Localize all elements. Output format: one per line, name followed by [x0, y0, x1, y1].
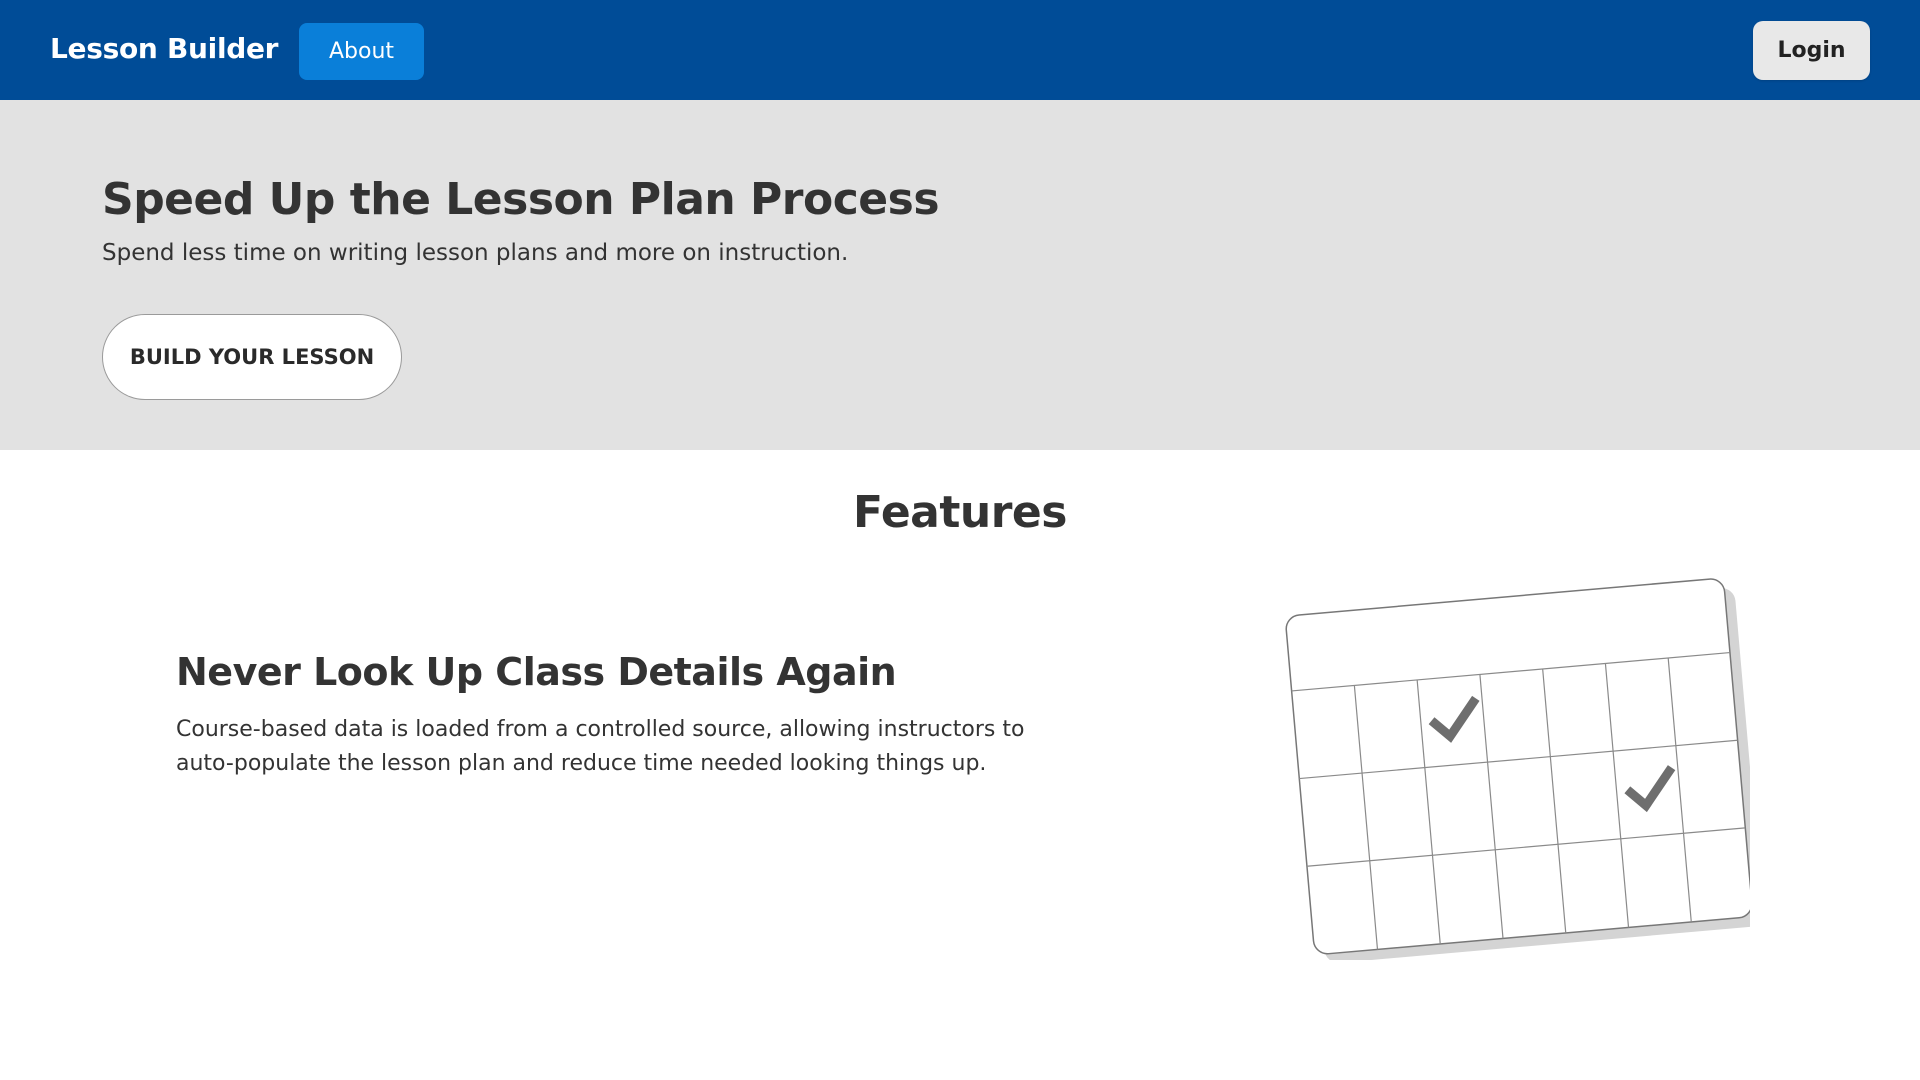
hero-section: Speed Up the Lesson Plan Process Spend l…	[0, 100, 1920, 450]
calendar-checkmarks-icon	[1285, 578, 1750, 960]
features-heading: Features	[853, 487, 1067, 538]
login-button[interactable]: Login	[1753, 21, 1870, 80]
feature-title: Never Look Up Class Details Again	[176, 650, 897, 694]
top-navbar: Lesson Builder About Login	[0, 0, 1920, 100]
feature-description: Course-based data is loaded from a contr…	[176, 717, 1025, 776]
build-your-lesson-button[interactable]: BUILD YOUR LESSON	[102, 314, 402, 400]
hero-subtitle: Spend less time on writing lesson plans …	[102, 240, 849, 266]
about-nav-button[interactable]: About	[299, 23, 424, 80]
hero-title: Speed Up the Lesson Plan Process	[102, 174, 940, 225]
brand-logo-text[interactable]: Lesson Builder	[50, 32, 279, 65]
